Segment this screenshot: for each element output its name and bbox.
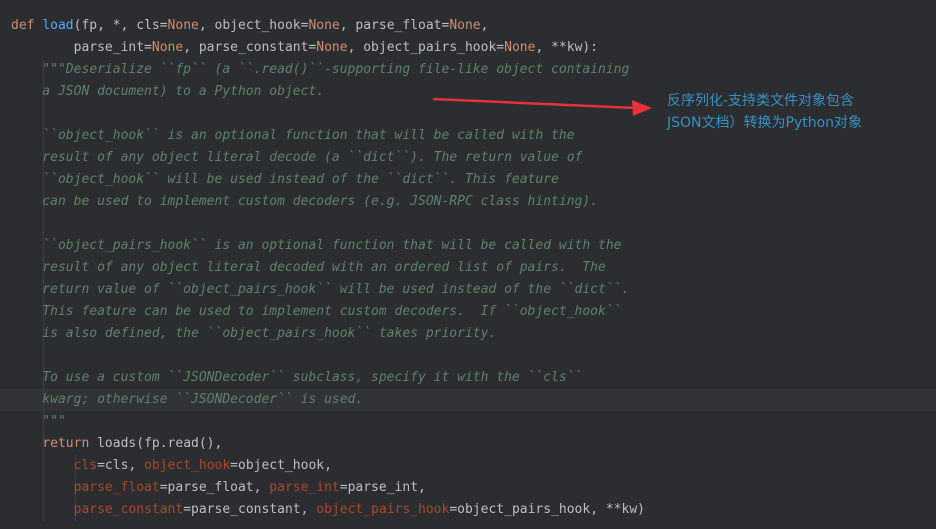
annotation-arrow (432, 97, 652, 116)
annotation-note: 反序列化-支持类文件对象包含 JSON文档）转换为Python对象 (667, 90, 927, 134)
annotation-line-1: 反序列化-支持类文件对象包含 (667, 93, 855, 109)
annotation-line-2: JSON文档）转换为Python对象 (667, 115, 863, 131)
